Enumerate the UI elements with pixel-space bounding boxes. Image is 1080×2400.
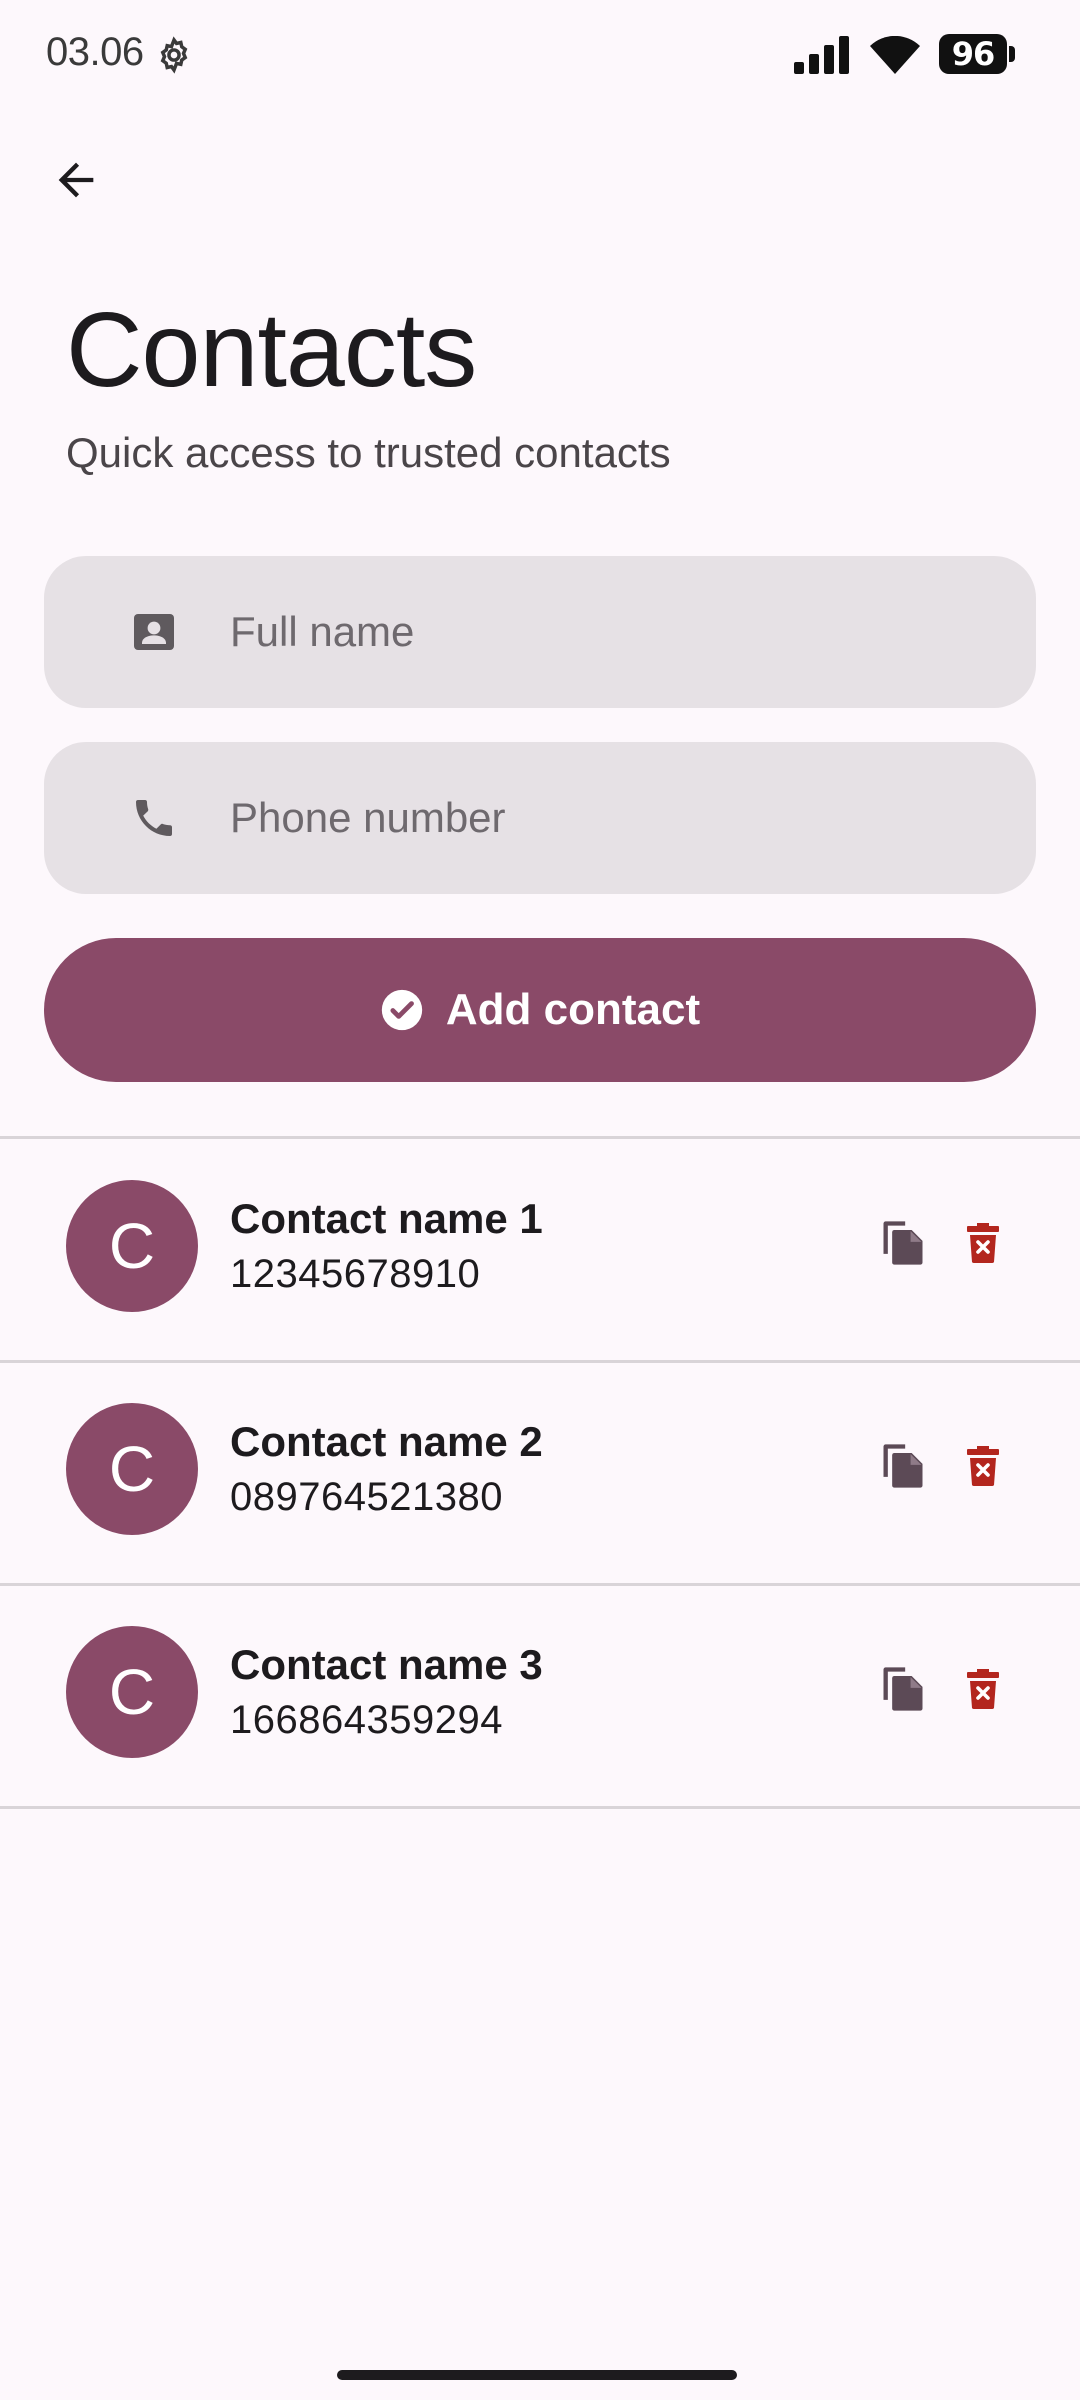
gear-icon	[155, 36, 193, 74]
status-time: 03.06	[46, 30, 144, 74]
page-title: Contacts	[66, 291, 477, 409]
full-name-field[interactable]	[44, 556, 1036, 708]
battery-level: 96	[939, 34, 1007, 74]
delete-button[interactable]	[950, 1212, 1016, 1278]
delete-button[interactable]	[950, 1435, 1016, 1501]
home-indicator[interactable]	[337, 2370, 737, 2380]
battery-tip	[1009, 46, 1015, 62]
wifi-icon	[870, 35, 920, 79]
contact-card-icon	[128, 606, 180, 658]
arrow-left-icon	[50, 154, 102, 211]
list-item: C Contact name 1 12345678910	[0, 1140, 1080, 1360]
delete-icon	[959, 1219, 1007, 1272]
divider	[0, 1806, 1080, 1809]
copy-icon	[877, 1663, 929, 1720]
phone-number-field[interactable]	[44, 742, 1036, 894]
list-item: C Contact name 2 089764521380	[0, 1363, 1080, 1583]
contact-phone: 089764521380	[230, 1475, 503, 1519]
delete-button[interactable]	[950, 1658, 1016, 1724]
add-contact-label: Add contact	[445, 985, 701, 1034]
contact-name: Contact name 3	[230, 1641, 543, 1688]
battery-icon: 96	[939, 34, 1015, 74]
contact-phone: 12345678910	[230, 1252, 481, 1296]
contact-name: Contact name 1	[230, 1195, 543, 1242]
status-bar: 03.06 96	[0, 0, 1080, 110]
add-contact-button[interactable]: Add contact	[44, 938, 1036, 1082]
check-circle-icon	[380, 988, 424, 1032]
delete-icon	[959, 1442, 1007, 1495]
page-subtitle: Quick access to trusted contacts	[66, 429, 671, 476]
contact-phone: 166864359294	[230, 1698, 503, 1742]
copy-button[interactable]	[870, 1658, 936, 1724]
phone-number-input[interactable]	[230, 794, 990, 842]
delete-icon	[959, 1665, 1007, 1718]
contact-name: Contact name 2	[230, 1418, 543, 1465]
avatar: C	[66, 1626, 198, 1758]
copy-button[interactable]	[870, 1435, 936, 1501]
copy-icon	[877, 1440, 929, 1497]
back-button[interactable]	[36, 142, 116, 222]
signal-icon	[794, 36, 850, 79]
phone-icon	[128, 792, 180, 844]
avatar: C	[66, 1180, 198, 1312]
full-name-input[interactable]	[230, 608, 990, 656]
avatar: C	[66, 1403, 198, 1535]
list-item: C Contact name 3 166864359294	[0, 1586, 1080, 1806]
copy-button[interactable]	[870, 1212, 936, 1278]
copy-icon	[877, 1217, 929, 1274]
divider	[0, 1136, 1080, 1139]
